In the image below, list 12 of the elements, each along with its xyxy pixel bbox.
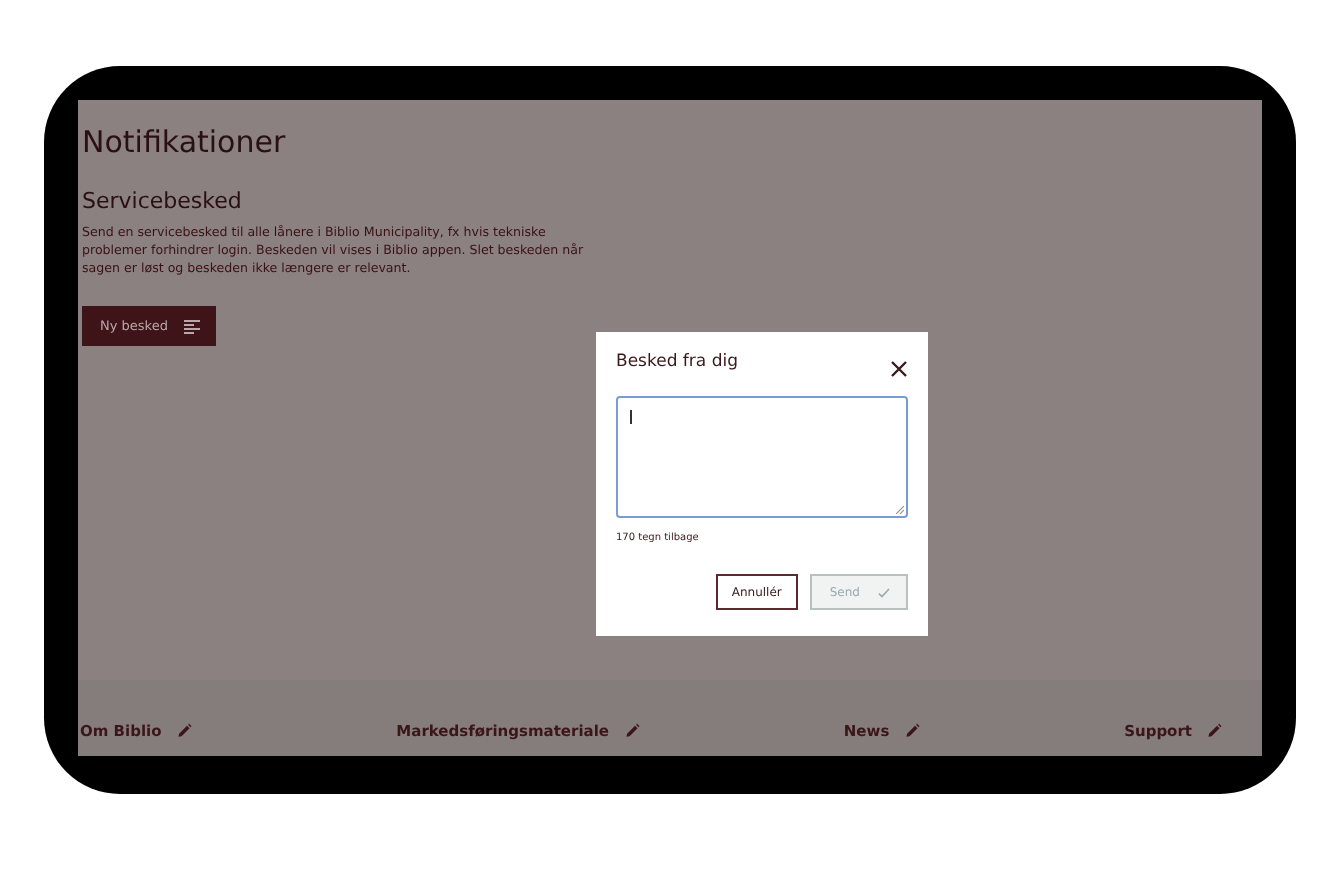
dialog-title: Besked fra dig <box>616 352 738 372</box>
check-icon <box>878 587 890 597</box>
text-cursor <box>630 410 632 424</box>
pencil-icon[interactable] <box>175 722 192 738</box>
page-title: Notifikationer <box>82 124 288 160</box>
message-input-field[interactable] <box>616 396 908 518</box>
lines-icon <box>183 319 200 333</box>
section-title: Servicebesked <box>82 188 244 214</box>
resize-grip-icon <box>896 506 904 514</box>
pencil-icon[interactable] <box>623 722 639 738</box>
pencil-icon[interactable] <box>1206 722 1222 738</box>
pencil-icon[interactable] <box>903 722 920 738</box>
